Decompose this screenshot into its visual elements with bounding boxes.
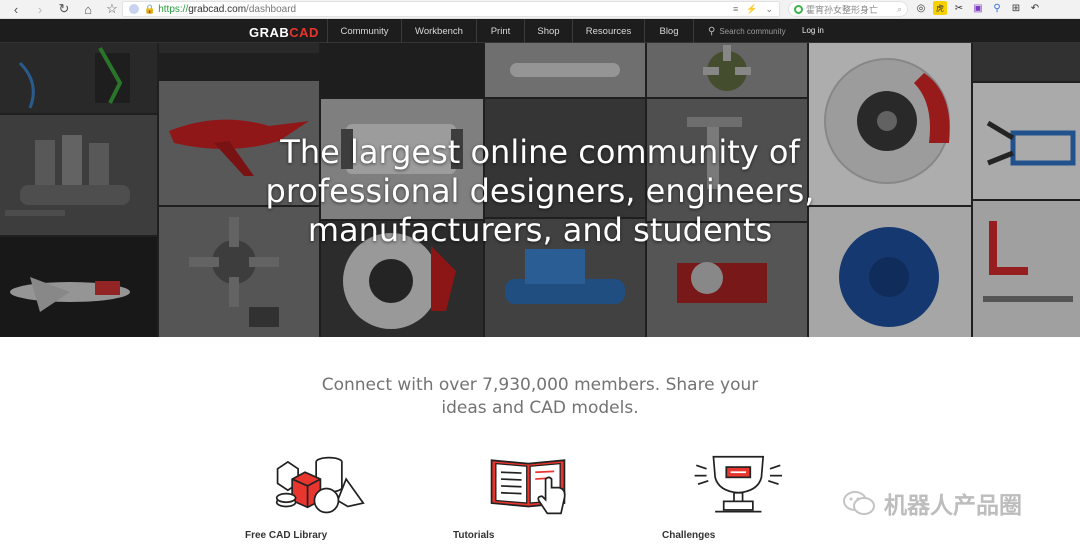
members-tagline: Connect with over 7,930,000 members. Sha… [321, 375, 759, 418]
site-navbar: GRABCAD Community Workbench Print Shop R… [0, 19, 1080, 43]
browser-search-text: 霍宵孙女整形身亡 [806, 4, 879, 15]
extension-icon[interactable]: ◎ [914, 1, 928, 15]
tutorials-icon [490, 459, 566, 515]
apps-grid-icon[interactable]: ⊞ [1009, 1, 1023, 15]
challenges-icon [694, 455, 782, 513]
browser-toolbar: ‹ › ↻ ⌂ ☆ 🔒 https:// grabcad.com /dashbo… [0, 0, 1080, 19]
url-path: /dashboard [246, 3, 297, 15]
nav-item-shop[interactable]: Shop [524, 19, 572, 43]
zoom-icon[interactable]: ⚲ [990, 1, 1004, 15]
main-nav-menu: Community Workbench Print Shop Resources… [327, 19, 694, 43]
reader-icon[interactable]: ≡ [733, 4, 738, 15]
address-bar-actions: ≡ ⚡ ⌄ [733, 4, 773, 15]
undo-icon[interactable]: ↶ [1028, 1, 1042, 15]
search-icon: ⚲ [708, 26, 716, 37]
search-icon[interactable]: ⌕ [897, 4, 902, 15]
search-engine-icon [794, 4, 803, 14]
bookmark-star-icon[interactable]: ☆ [100, 0, 124, 19]
feature-free-cad-library[interactable]: Free CAD Library [245, 448, 365, 543]
site-globe-icon [129, 4, 139, 14]
feature-label: Challenges [662, 530, 716, 541]
wechat-icon [843, 491, 875, 515]
cad-library-icon [275, 456, 365, 514]
feature-label: Free CAD Library [245, 530, 328, 541]
watermark-text: 机器人产品圈 [884, 492, 1022, 518]
reload-icon[interactable]: ↻ [52, 0, 76, 19]
url-host: grabcad.com [188, 3, 247, 15]
tiger-extension-icon[interactable]: 虎 [933, 1, 947, 15]
chevron-down-icon[interactable]: ⌄ [765, 4, 773, 15]
address-bar[interactable]: 🔒 https:// grabcad.com /dashboard ≡ ⚡ ⌄ [122, 1, 780, 17]
url-scheme: https:// [158, 3, 189, 15]
community-search-placeholder: Search community [719, 27, 786, 36]
forward-icon[interactable]: › [28, 0, 52, 19]
wechat-watermark: 机器人产品圈 [842, 486, 1022, 520]
nav-item-print[interactable]: Print [476, 19, 524, 43]
nav-item-workbench[interactable]: Workbench [401, 19, 476, 43]
scissors-icon[interactable]: ✂ [952, 1, 966, 15]
grabcad-logo[interactable]: GRABCAD [249, 25, 319, 40]
feature-label: Tutorials [453, 530, 495, 541]
hero-title: The largest online community of professi… [265, 133, 815, 249]
feature-tutorials[interactable]: Tutorials [453, 448, 573, 543]
nav-item-resources[interactable]: Resources [572, 19, 644, 43]
secure-lock-icon: 🔒 [144, 3, 156, 14]
login-link[interactable]: Log in [802, 26, 824, 35]
hero-banner: The largest online community of professi… [0, 43, 1080, 337]
back-icon[interactable]: ‹ [4, 0, 28, 19]
extension-icons: ◎ 虎 ✂ ▣ ⚲ ⊞ ↶ [914, 1, 1042, 15]
nav-item-community[interactable]: Community [327, 19, 401, 43]
community-search[interactable]: ⚲ Search community [708, 26, 786, 37]
feature-challenges[interactable]: Challenges [662, 448, 782, 543]
speed-icon[interactable]: ⚡ [746, 4, 757, 15]
nav-item-blog[interactable]: Blog [644, 19, 694, 43]
browser-nav-buttons: ‹ › ↻ ⌂ ☆ [4, 0, 124, 19]
browser-search-box[interactable]: 霍宵孙女整形身亡 ⌕ [788, 1, 908, 17]
purple-extension-icon[interactable]: ▣ [971, 1, 985, 15]
home-icon[interactable]: ⌂ [76, 0, 100, 19]
